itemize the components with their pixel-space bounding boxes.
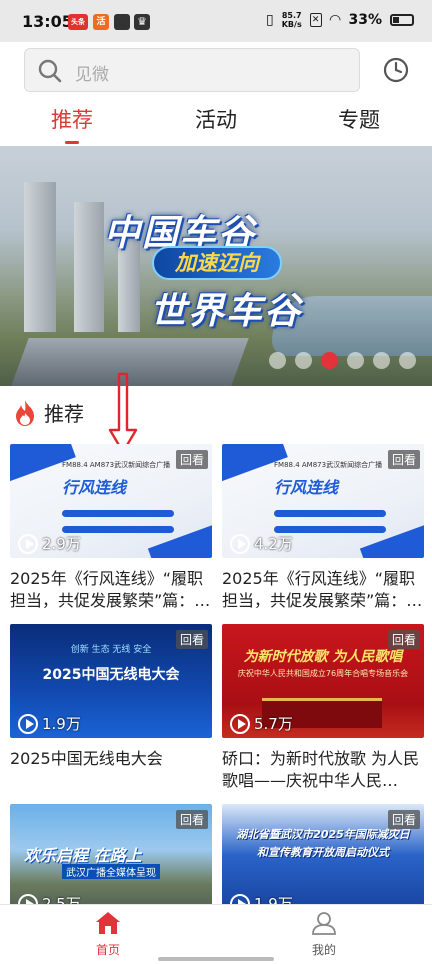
view-count: 1.9万 xyxy=(18,713,81,734)
news-app-icon: 头条 xyxy=(68,14,88,30)
battery-label: 33% xyxy=(348,12,382,28)
carousel-dot[interactable] xyxy=(399,352,416,369)
video-thumbnail: FM88.4 AM873武汉新闻综合广播 行风连线 回看 4.2万 xyxy=(222,444,424,558)
play-icon xyxy=(18,713,38,734)
video-thumbnail: FM88.4 AM873武汉新闻综合广播 行风连线 回看 2.9万 xyxy=(10,444,212,558)
thumb-title: 为新时代放歌 为人民歌唱 xyxy=(243,649,403,665)
tab-activities[interactable]: 活动 xyxy=(195,104,237,134)
video-card[interactable]: 为新时代放歌 为人民歌唱 庆祝中华人民共和国成立76周年合唱专场音乐会 回看 5… xyxy=(222,624,424,792)
status-right: ▯ 85.7 KB/s ✕ ◠ 33% xyxy=(266,11,414,29)
video-thumbnail: 湖北省暨武汉市2025年国际减灾日 和宣传教育开放周启动仪式 回看 1.9万 xyxy=(222,804,424,918)
tab-recommend[interactable]: 推荐 xyxy=(51,104,93,134)
activity-app-icon: 活 xyxy=(93,14,109,30)
banner-building xyxy=(24,182,56,332)
view-count: 2.9万 xyxy=(18,533,81,554)
view-count-text: 1.9万 xyxy=(42,715,81,733)
status-time: 13:05 xyxy=(22,12,73,31)
replay-badge: 回看 xyxy=(175,810,208,829)
video-title: 2025年《行风连线》“履职担当，共促发展繁荣”篇：… xyxy=(222,569,423,610)
status-bar: 13:05 头条 活 ♛ ▯ 85.7 KB/s ✕ ◠ 33% xyxy=(0,0,432,42)
carousel-dot-active[interactable] xyxy=(321,352,338,369)
thumb-decor xyxy=(62,510,174,517)
carousel-dots xyxy=(269,352,416,369)
vibrate-icon: ▯ xyxy=(266,12,274,28)
banner-slogan-pill: 加速迈向 xyxy=(152,246,282,280)
thumb-decor xyxy=(62,526,174,533)
banner-building xyxy=(74,202,104,332)
video-card[interactable]: 湖北省暨武汉市2025年国际减灾日 和宣传教育开放周启动仪式 回看 1.9万 xyxy=(222,804,424,918)
play-icon xyxy=(18,533,38,554)
thumb-caption: 庆祝中华人民共和国成立76周年合唱专场音乐会 xyxy=(237,669,409,678)
thumb-logo-text: 行风连线 xyxy=(274,478,339,497)
history-clock-icon[interactable] xyxy=(382,56,410,84)
search-icon xyxy=(38,59,62,83)
nav-home-label: 首页 xyxy=(95,943,120,957)
thumb-title: 欢乐启程 在路上 xyxy=(24,846,142,865)
fire-icon xyxy=(16,399,34,426)
thumb-title: 2025中国无线电大会 xyxy=(42,667,180,683)
user-icon xyxy=(312,912,336,935)
view-count-text: 4.2万 xyxy=(254,535,293,553)
nav-profile[interactable]: 我的 xyxy=(294,911,354,958)
carousel-dot[interactable] xyxy=(295,352,312,369)
video-card[interactable]: 欢乐启程 在路上 武汉广播全媒体呈现 回看 2.5万 xyxy=(10,804,212,918)
store-icon xyxy=(114,14,130,30)
bottom-nav: 首页 我的 xyxy=(0,904,432,964)
video-thumbnail: 为新时代放歌 为人民歌唱 庆祝中华人民共和国成立76周年合唱专场音乐会 回看 5… xyxy=(222,624,424,738)
search-placeholder: 见微 xyxy=(75,65,109,85)
wifi-icon: ◠ xyxy=(329,12,341,28)
net-speed-unit: KB/s xyxy=(281,20,302,29)
search-bar[interactable]: 见微 xyxy=(24,48,360,92)
battery-icon xyxy=(390,14,414,26)
thumb-caption: FM88.4 AM873武汉新闻综合广播 xyxy=(62,461,171,469)
nav-home[interactable]: 首页 xyxy=(78,911,138,958)
carousel-dot[interactable] xyxy=(269,352,286,369)
play-icon xyxy=(230,713,250,734)
replay-badge: 回看 xyxy=(175,450,208,469)
video-title: 2025中国无线电大会 xyxy=(10,749,163,768)
video-card[interactable]: 创新 生态 无线 安全 2025中国无线电大会 回看 1.9万 2025中国无线… xyxy=(10,624,212,792)
net-speed-value: 85.7 xyxy=(281,11,302,20)
thumb-decor xyxy=(359,517,424,558)
view-count: 5.7万 xyxy=(230,713,293,734)
replay-badge: 回看 xyxy=(387,810,420,829)
thumb-caption: 和宣传教育开放周启动仪式 xyxy=(257,846,389,859)
tab-topics[interactable]: 专题 xyxy=(338,104,380,134)
banner-carousel[interactable]: 中国车谷 加速迈向 世界车谷 xyxy=(0,146,432,386)
category-tabs: 推荐 活动 专题 xyxy=(0,104,432,144)
section-header: 推荐 xyxy=(12,398,84,427)
banner-slogan: 加速迈向 xyxy=(175,251,259,275)
sim-off-icon: ✕ xyxy=(309,13,322,27)
play-icon xyxy=(230,533,250,554)
carousel-dot[interactable] xyxy=(347,352,364,369)
home-icon xyxy=(96,912,120,934)
video-title: 2025年《行风连线》“履职担当，共促发展繁荣”篇：… xyxy=(10,569,211,610)
video-thumbnail: 创新 生态 无线 安全 2025中国无线电大会 回看 1.9万 xyxy=(10,624,212,738)
active-tab-indicator xyxy=(65,141,79,144)
nav-profile-label: 我的 xyxy=(311,943,336,957)
video-title: 硚口：为新时代放歌 为人民歌唱——庆祝中华人民… xyxy=(222,749,420,790)
carousel-dot[interactable] xyxy=(373,352,390,369)
view-count-text: 5.7万 xyxy=(254,715,293,733)
home-indicator[interactable] xyxy=(158,957,274,961)
crown-icon: ♛ xyxy=(134,14,150,30)
net-speed: 85.7 KB/s xyxy=(282,11,302,29)
video-card[interactable]: FM88.4 AM873武汉新闻综合广播 行风连线 回看 2.9万 2025年《… xyxy=(10,444,212,612)
banner-title-line-2: 世界车谷 xyxy=(150,291,303,332)
section-title: 推荐 xyxy=(44,402,84,426)
video-thumbnail: 欢乐启程 在路上 武汉广播全媒体呈现 回看 2.5万 xyxy=(10,804,212,918)
view-count-text: 2.9万 xyxy=(42,535,81,553)
video-card[interactable]: FM88.4 AM873武汉新闻综合广播 行风连线 回看 4.2万 2025年《… xyxy=(222,444,424,612)
view-count: 4.2万 xyxy=(230,533,293,554)
thumb-decor xyxy=(274,526,386,533)
replay-badge: 回看 xyxy=(175,630,208,649)
thumb-caption: 武汉广播全媒体呈现 xyxy=(62,864,160,879)
thumb-decor xyxy=(274,510,386,517)
replay-badge: 回看 xyxy=(387,630,420,649)
thumb-caption: FM88.4 AM873武汉新闻综合广播 xyxy=(274,461,383,469)
thumb-logo-text: 行风连线 xyxy=(62,478,127,497)
thumb-decor xyxy=(147,517,212,558)
arrow-down-icon xyxy=(108,372,138,454)
replay-badge: 回看 xyxy=(387,450,420,469)
